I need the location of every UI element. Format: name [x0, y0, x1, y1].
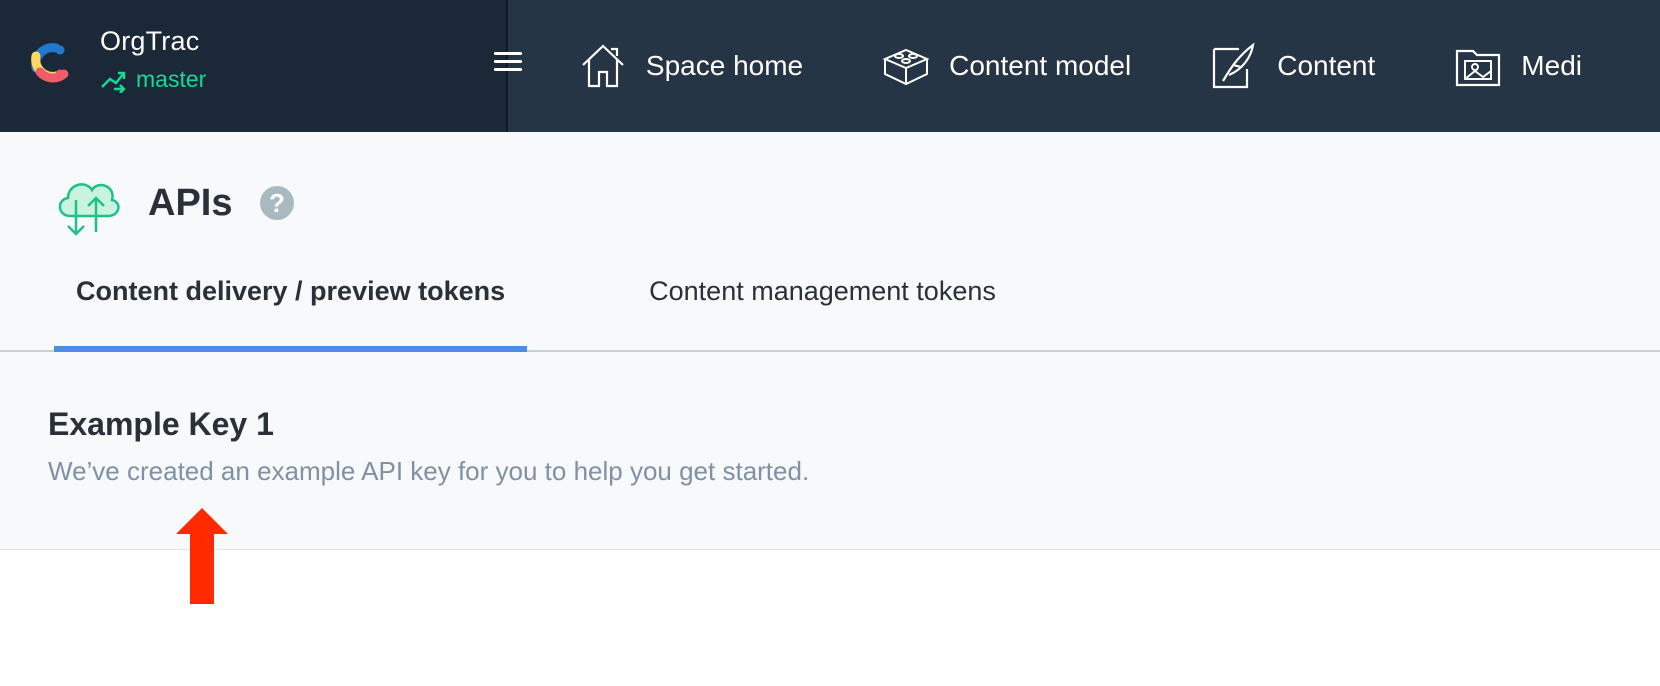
api-key-title[interactable]: Example Key 1: [48, 406, 274, 443]
nav-item-media[interactable]: Medi: [1453, 41, 1582, 91]
page-header: APIs ? Content delivery / preview tokens…: [0, 132, 1660, 352]
page-title: APIs: [148, 182, 233, 224]
branch-icon: [101, 71, 126, 93]
environment-label: master: [100, 66, 206, 93]
token-tabs: Content delivery / preview tokens Conten…: [54, 262, 1018, 352]
nav-label: Space home: [645, 50, 804, 81]
blocks-icon: [882, 48, 930, 86]
environment-name: master: [136, 66, 207, 92]
nav-label: Content: [1277, 50, 1376, 81]
space-name: OrgTrac: [100, 26, 200, 56]
house-icon: [582, 44, 624, 88]
main-nav: Space home Content model Content Medi: [508, 0, 1660, 132]
media-icon: [1456, 49, 1501, 87]
quill-document-icon: [1213, 42, 1255, 89]
tab-content-delivery-tokens[interactable]: Content delivery / preview tokens: [54, 262, 528, 352]
api-key-description: We’ve created an example API key for you…: [48, 456, 810, 486]
nav-label: Medi: [1521, 50, 1582, 81]
nav-item-content-model[interactable]: Content model: [881, 41, 1131, 91]
space-switcher[interactable]: OrgTrac master: [0, 0, 522, 132]
red-arrow-annotation: [176, 508, 228, 604]
contentful-logo-icon: [31, 43, 69, 83]
nav-item-content[interactable]: Content: [1209, 41, 1375, 91]
help-icon[interactable]: ?: [260, 186, 294, 220]
top-navigation-bar: OrgTrac master Space home Content model …: [0, 0, 1660, 132]
tab-content-management-tokens[interactable]: Content management tokens: [627, 262, 1018, 352]
nav-item-space-home[interactable]: Space home: [578, 41, 803, 91]
nav-label: Content model: [949, 50, 1132, 81]
cloud-sync-icon: [58, 183, 120, 236]
api-key-item[interactable]: Example Key 1 We’ve created an example A…: [0, 352, 1660, 550]
menu-icon[interactable]: [494, 52, 522, 74]
